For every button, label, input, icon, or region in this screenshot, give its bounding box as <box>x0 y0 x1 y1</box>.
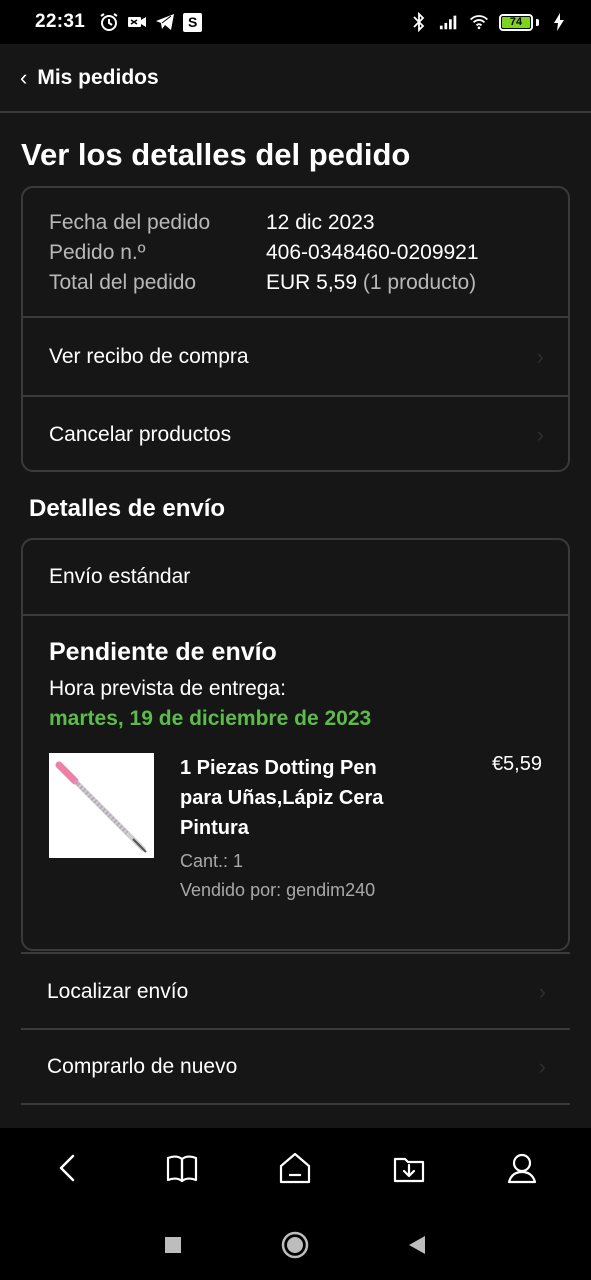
product-price: €5,59 <box>491 753 542 775</box>
telegram-icon <box>155 12 175 32</box>
home-icon[interactable] <box>271 1144 319 1192</box>
page-title: Ver los detalles del pedido <box>21 137 411 172</box>
order-total-value: EUR 5,59 (1 producto) <box>266 268 476 298</box>
order-date-value: 12 dic 2023 <box>266 211 375 234</box>
status-left-icons: S <box>99 12 203 32</box>
wifi-icon <box>469 12 489 32</box>
vpn-icon <box>127 12 147 32</box>
shipment-body: Pendiente de envío Hora prevista de entr… <box>23 616 568 902</box>
bluetooth-icon <box>409 12 429 32</box>
system-navigation-bar <box>0 1208 591 1280</box>
order-summary-card: Fecha del pedido 12 dic 2023 Pedido n.º … <box>21 186 570 472</box>
product-item[interactable]: 1 Piezas Dotting Pen para Uñas,Lápiz Cer… <box>49 753 542 902</box>
chevron-right-icon: › <box>538 978 546 1004</box>
track-package-label: Localizar envío <box>47 979 189 1003</box>
chevron-right-icon: › <box>536 343 544 369</box>
book-icon[interactable] <box>158 1144 206 1192</box>
back-to-orders-link[interactable]: Mis pedidos <box>37 66 158 90</box>
bottom-toolbar <box>0 1128 591 1208</box>
buy-again-label: Comprarlo de nuevo <box>47 1054 238 1078</box>
product-name[interactable]: 1 Piezas Dotting Pen para Uñas,Lápiz Cer… <box>180 753 420 843</box>
account-icon[interactable] <box>498 1144 546 1192</box>
battery-icon: 74 <box>499 13 539 31</box>
back-triangle-icon[interactable] <box>402 1230 432 1260</box>
order-number-label: Pedido n.º <box>49 241 146 264</box>
top-navigation: ‹ Mis pedidos <box>0 44 591 113</box>
back-icon[interactable] <box>45 1144 93 1192</box>
order-info: Fecha del pedido 12 dic 2023 Pedido n.º … <box>23 188 568 318</box>
order-total-row: Total del pedido EUR 5,59 (1 producto) <box>49 268 568 298</box>
shipping-method: Envío estándar <box>23 540 568 616</box>
view-receipt-label: Ver recibo de compra <box>49 344 249 368</box>
order-total-amount: EUR 5,59 <box>266 271 358 294</box>
chevron-right-icon: › <box>536 421 544 447</box>
cancel-items-label: Cancelar productos <box>49 422 232 446</box>
order-number-value: 406-0348460-0209921 <box>266 241 479 264</box>
buy-again-link[interactable]: Comprarlo de nuevo › <box>21 1028 570 1105</box>
shipping-section-title: Detalles de envío <box>29 495 226 522</box>
shipment-card: Envío estándar Pendiente de envío Hora p… <box>21 538 570 951</box>
order-date-label: Fecha del pedido <box>49 211 211 234</box>
delivery-date: martes, 19 de diciembre de 2023 <box>49 707 372 730</box>
charging-icon <box>549 12 569 32</box>
download-icon[interactable] <box>385 1144 433 1192</box>
order-total-label: Total del pedido <box>49 271 197 294</box>
home-circle-icon[interactable] <box>280 1230 310 1260</box>
delivery-estimate-label: Hora prevista de entrega: <box>49 677 286 700</box>
view-receipt-link[interactable]: Ver recibo de compra › <box>23 318 568 395</box>
order-date-row: Fecha del pedido 12 dic 2023 <box>49 208 568 238</box>
track-package-link[interactable]: Localizar envío › <box>21 952 570 1029</box>
product-seller: Vendido por: gendim240 <box>180 880 376 900</box>
s-app-icon: S <box>183 12 203 32</box>
status-right-icons: 74 <box>409 12 569 32</box>
alarm-icon <box>99 12 119 32</box>
battery-level: 74 <box>502 16 530 28</box>
recents-icon[interactable] <box>158 1230 188 1260</box>
product-info: 1 Piezas Dotting Pen para Uñas,Lápiz Cer… <box>180 753 420 902</box>
chevron-right-icon: › <box>538 1053 546 1079</box>
order-number-row: Pedido n.º 406-0348460-0209921 <box>49 238 568 268</box>
cancel-items-link[interactable]: Cancelar productos › <box>23 395 568 472</box>
product-image[interactable] <box>49 753 154 858</box>
shipment-status: Pendiente de envío <box>49 638 277 666</box>
order-item-count: (1 producto) <box>362 271 477 294</box>
status-time: 22:31 <box>35 11 86 32</box>
status-bar: 22:31 S 74 <box>0 0 591 44</box>
chevron-left-icon[interactable]: ‹ <box>20 66 27 89</box>
product-quantity: Cant.: 1 <box>180 851 244 871</box>
order-details-screen: ‹ Mis pedidos Ver los detalles del pedid… <box>0 44 591 1128</box>
signal-icon <box>439 12 459 32</box>
